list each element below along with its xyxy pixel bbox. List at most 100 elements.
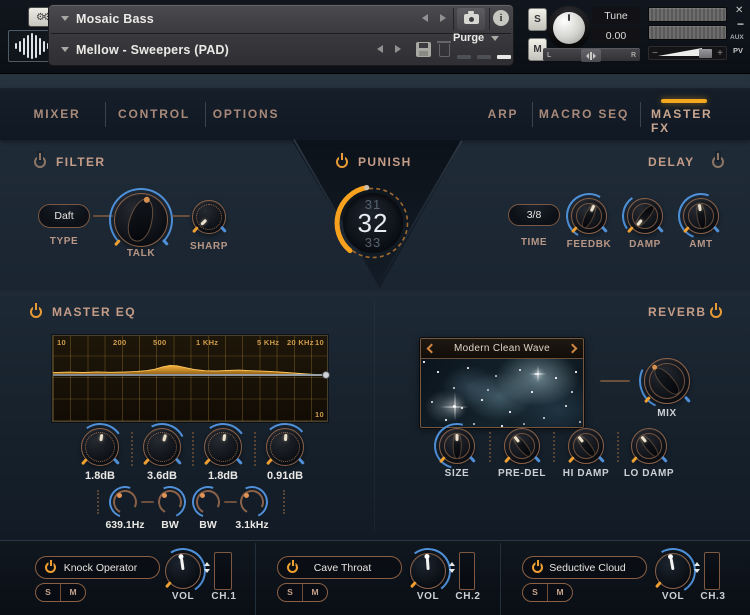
tab-master-fx[interactable]: MASTER FX: [651, 107, 717, 135]
eq-band3-gain-knob[interactable]: [204, 428, 242, 466]
channel2-meter: [459, 552, 475, 590]
tune-knob[interactable]: [553, 12, 585, 44]
eq-band4-gain-value: 0.91dB: [267, 470, 303, 482]
channel2-power-icon[interactable]: [287, 562, 298, 573]
eq-bw1-value: BW: [161, 519, 179, 531]
channel2-mute-button[interactable]: M: [302, 584, 327, 601]
channel3-volume-stepper[interactable]: [694, 562, 700, 573]
pan-handle[interactable]: [581, 49, 601, 62]
channel1-volume-stepper[interactable]: [204, 562, 210, 573]
punish-value-next: 33: [365, 236, 381, 249]
reverb-predelay-knob[interactable]: [504, 428, 540, 464]
punish-value: 32: [358, 211, 389, 236]
prev-instrument-icon[interactable]: [422, 14, 428, 22]
channel2-vol-label: VOL: [417, 591, 439, 602]
reverb-hidamp-label: HI DAMP: [563, 468, 609, 479]
eq-freq2-value: 3.1kHz: [235, 519, 268, 531]
delay-amount-label: AMT: [689, 239, 712, 250]
channel1-vol-label: VOL: [172, 591, 194, 602]
channel1-solo-button[interactable]: S: [36, 584, 60, 601]
memory-meter: [497, 55, 511, 59]
reverb-preset-image: [421, 359, 583, 427]
punish-power-icon[interactable]: [336, 156, 348, 168]
instrument-name[interactable]: Mosaic Bass: [76, 12, 154, 26]
aux-button[interactable]: AUX: [730, 34, 744, 41]
eq-band1-gain-knob[interactable]: [81, 428, 119, 466]
reverb-mix-knob[interactable]: [644, 358, 690, 404]
channel3-ch-label: CH.3: [700, 591, 725, 602]
volume-handle[interactable]: [699, 49, 712, 58]
reverb-power-icon[interactable]: [710, 306, 722, 318]
channel3-select-button[interactable]: Seductive Cloud: [522, 556, 647, 579]
eq-bw1-knob[interactable]: [157, 489, 183, 515]
master-eq-power-icon[interactable]: [30, 306, 42, 318]
tab-arp[interactable]: ARP: [488, 107, 519, 121]
tune-value[interactable]: 0.00: [592, 27, 640, 44]
save-icon[interactable]: [416, 42, 431, 57]
delay-damp-knob[interactable]: [627, 198, 663, 234]
eq-band2-gain-knob[interactable]: [143, 428, 181, 466]
tab-mixer[interactable]: MIXER: [33, 107, 80, 121]
eq-freq1-value: 639.1Hz: [105, 519, 144, 531]
chevron-down-icon[interactable]: [61, 16, 69, 21]
snapshot-camera-button[interactable]: [457, 8, 485, 30]
eq-freq1-knob[interactable]: [112, 489, 138, 515]
eq-bw2-knob[interactable]: [195, 489, 221, 515]
channel3-mute-button[interactable]: M: [547, 584, 572, 601]
pan-slider[interactable]: L R: [543, 48, 640, 61]
close-icon[interactable]: ✕: [735, 5, 743, 16]
delay-power-icon[interactable]: [712, 156, 724, 168]
reverb-preset-name[interactable]: Modern Clean Wave: [421, 339, 583, 359]
channel2-select-button[interactable]: Cave Throat: [277, 556, 402, 579]
eq-band4-gain-knob[interactable]: [266, 428, 304, 466]
reverb-hidamp-knob[interactable]: [568, 428, 604, 464]
channel1-ch-label: CH.1: [211, 591, 236, 602]
chevron-down-icon[interactable]: [61, 47, 69, 52]
minimize-icon[interactable]: −: [737, 17, 744, 31]
eq-gain-handle[interactable]: [322, 371, 330, 379]
info-button[interactable]: [493, 10, 509, 26]
memory-meter: [477, 55, 491, 59]
chevron-down-icon[interactable]: [491, 36, 499, 41]
filter-power-icon[interactable]: [34, 156, 46, 168]
solo-button[interactable]: S: [528, 8, 547, 31]
talk-knob[interactable]: [114, 193, 168, 247]
level-meter-right: [648, 25, 727, 40]
delay-time-dropdown[interactable]: 3/8: [508, 204, 560, 226]
next-instrument-icon[interactable]: [440, 14, 446, 22]
reverb-lodamp-knob[interactable]: [631, 428, 667, 464]
filter-type-dropdown[interactable]: Daft: [38, 204, 90, 228]
channel2-volume-knob[interactable]: [410, 553, 446, 589]
channel3-solo-button[interactable]: S: [523, 584, 547, 601]
delay-feedback-knob[interactable]: [571, 198, 607, 234]
channel1-power-icon[interactable]: [45, 562, 56, 573]
instrument-header: Mosaic Bass Mellow - Sweepers (PAD) Purg…: [48, 4, 514, 66]
purge-menu[interactable]: Purge: [453, 32, 484, 44]
tab-control[interactable]: CONTROL: [118, 107, 190, 121]
sharp-knob[interactable]: [192, 200, 226, 234]
pv-button[interactable]: PV: [733, 46, 743, 55]
channel2-volume-stepper[interactable]: [449, 562, 455, 573]
tab-options[interactable]: OPTIONS: [213, 107, 280, 121]
next-preset-icon[interactable]: [395, 45, 401, 53]
tab-macro-seq[interactable]: MACRO SEQ: [539, 107, 629, 121]
channel3-power-icon[interactable]: [532, 562, 543, 573]
reverb-size-knob[interactable]: [439, 428, 475, 464]
preset-name[interactable]: Mellow - Sweepers (PAD): [76, 43, 229, 57]
delete-icon[interactable]: [439, 44, 450, 57]
delay-title: DELAY: [648, 155, 695, 169]
channel1-mute-button[interactable]: M: [60, 584, 85, 601]
channel1-select-button[interactable]: Knock Operator: [35, 556, 160, 579]
channel2-solo-button[interactable]: S: [278, 584, 302, 601]
channel3-volume-knob[interactable]: [655, 553, 691, 589]
delay-time-label: TIME: [521, 237, 547, 248]
reverb-size-label: SIZE: [445, 468, 470, 479]
prev-preset-icon[interactable]: [377, 45, 383, 53]
eq-freq2-knob[interactable]: [239, 489, 265, 515]
delay-amount-knob[interactable]: [683, 198, 719, 234]
channel1-volume-knob[interactable]: [165, 553, 201, 589]
output-volume-slider[interactable]: − +: [648, 46, 727, 60]
punish-knob[interactable]: 31 32 33: [336, 186, 410, 260]
eq-graph[interactable]: 10 200 500 1 KHz 5 KHz 20 KHz 10 10: [52, 335, 328, 422]
talk-label: TALK: [127, 248, 155, 259]
